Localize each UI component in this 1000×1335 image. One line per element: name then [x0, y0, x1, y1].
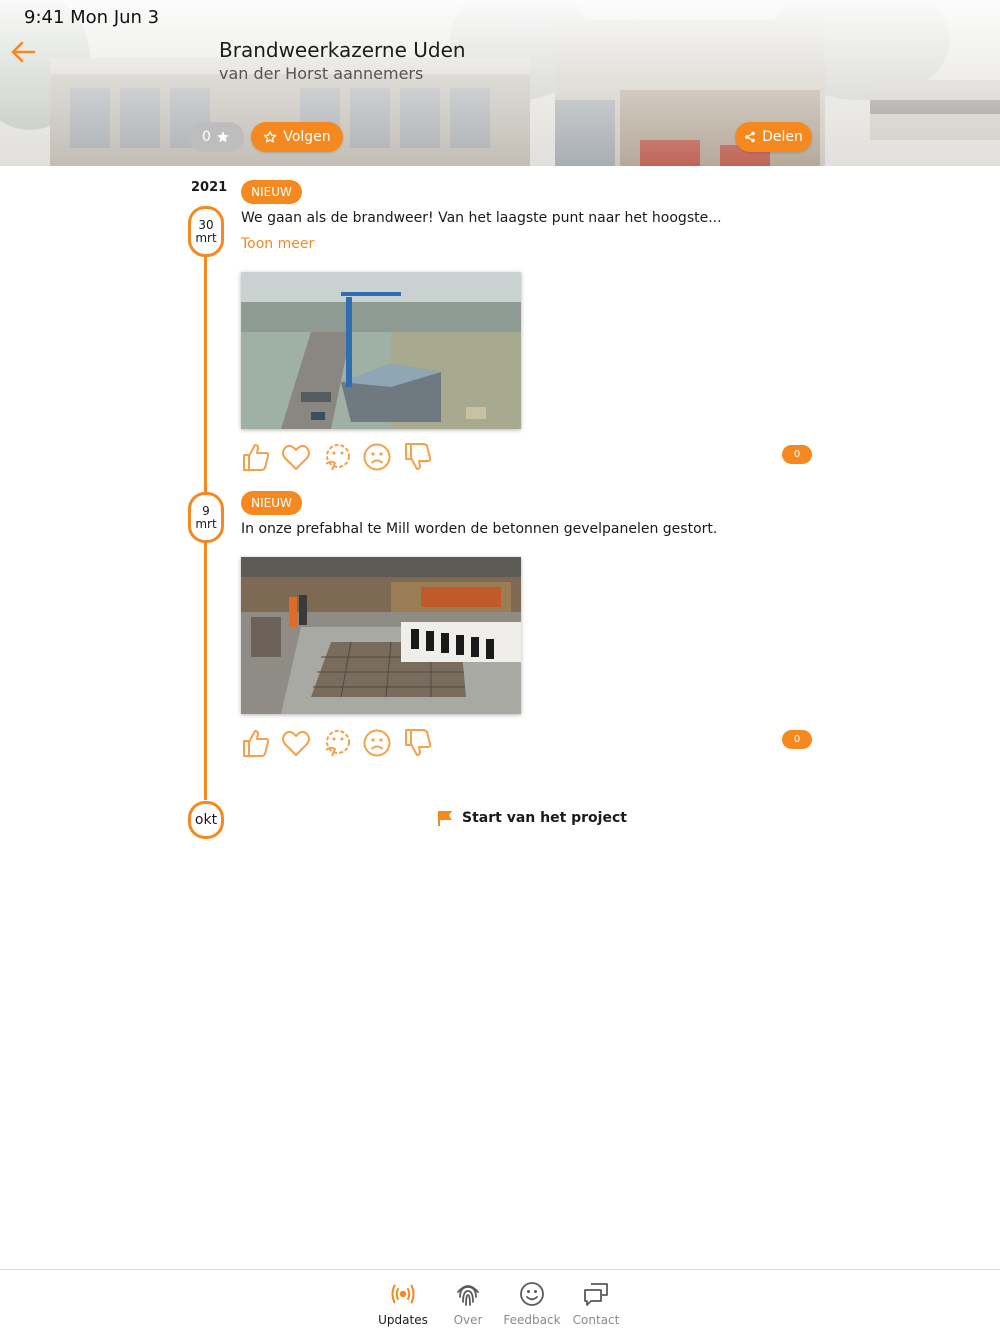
post-day: 30 [198, 217, 214, 232]
broadcast-icon [391, 1284, 415, 1304]
sad-face-icon[interactable] [362, 728, 392, 758]
tab-contact[interactable]: Contact [560, 1280, 632, 1327]
heart-icon[interactable] [281, 728, 311, 758]
thumbs-down-icon[interactable] [403, 442, 433, 472]
heart-icon[interactable] [281, 442, 311, 472]
post-month: mrt [195, 516, 217, 531]
post-photo-prefab-factory[interactable] [241, 557, 521, 714]
thumbs-up-icon[interactable] [241, 442, 271, 472]
thumbs-up-icon[interactable] [241, 728, 271, 758]
new-badge: NIEUW [241, 180, 302, 204]
start-date-bubble: okt [188, 801, 224, 839]
fingerprint-icon [457, 1285, 479, 1306]
post-photo-aerial-construction[interactable] [241, 272, 521, 429]
thinking-face-icon[interactable] [322, 728, 352, 758]
comment-count-badge[interactable]: 0 [782, 445, 812, 464]
tab-label: Updates [378, 1313, 428, 1327]
follow-label: Volgen [283, 129, 331, 145]
comment-count-badge[interactable]: 0 [782, 730, 812, 749]
back-arrow-icon[interactable] [10, 40, 36, 64]
post-day: 9 [202, 503, 210, 518]
chat-bubbles-icon [584, 1283, 608, 1306]
share-button[interactable]: Delen [735, 122, 812, 152]
post-text: We gaan als de brandweer! Van het laagst… [241, 210, 722, 226]
start-month: okt [194, 811, 218, 828]
start-label: Start van het project [462, 810, 627, 826]
share-label: Delen [762, 129, 803, 145]
project-header: 9:41 Mon Jun 3 Brandweerkazerne Uden van… [0, 0, 1000, 166]
sad-face-icon[interactable] [362, 442, 392, 472]
project-title: Brandweerkazerne Uden [219, 38, 466, 62]
rating-pill[interactable]: 0 [188, 122, 244, 152]
tab-label: Feedback [503, 1313, 561, 1327]
post-date-bubble: 30 mrt [188, 206, 224, 257]
rating-count: 0 [202, 129, 211, 145]
post-month: mrt [195, 230, 217, 245]
project-start-marker: Start van het project [436, 809, 627, 827]
tab-updates[interactable]: Updates [367, 1280, 439, 1327]
tab-feedback[interactable]: Feedback [496, 1280, 568, 1327]
post-date-bubble: 9 mrt [188, 492, 224, 543]
star-outline-icon [264, 130, 277, 143]
thumbs-down-icon[interactable] [403, 728, 433, 758]
show-more-link[interactable]: Toon meer [241, 236, 314, 252]
flag-icon [438, 811, 452, 826]
timeline-year: 2021 [191, 180, 228, 195]
tab-over[interactable]: Over [432, 1280, 504, 1327]
project-subtitle: van der Horst aannemers [219, 64, 424, 83]
star-icon [217, 131, 229, 143]
post-text: In onze prefabhal te Mill worden de beto… [241, 521, 718, 537]
tab-bar: Updates Over Feedback Contact [0, 1269, 1000, 1335]
smiley-icon [520, 1282, 544, 1306]
thinking-face-icon[interactable] [322, 442, 352, 472]
tab-label: Over [453, 1313, 483, 1327]
status-bar-time: 9:41 Mon Jun 3 [24, 7, 160, 28]
share-icon [745, 131, 755, 143]
tab-label: Contact [572, 1313, 620, 1327]
new-badge: NIEUW [241, 491, 302, 515]
follow-button[interactable]: Volgen [251, 122, 343, 152]
